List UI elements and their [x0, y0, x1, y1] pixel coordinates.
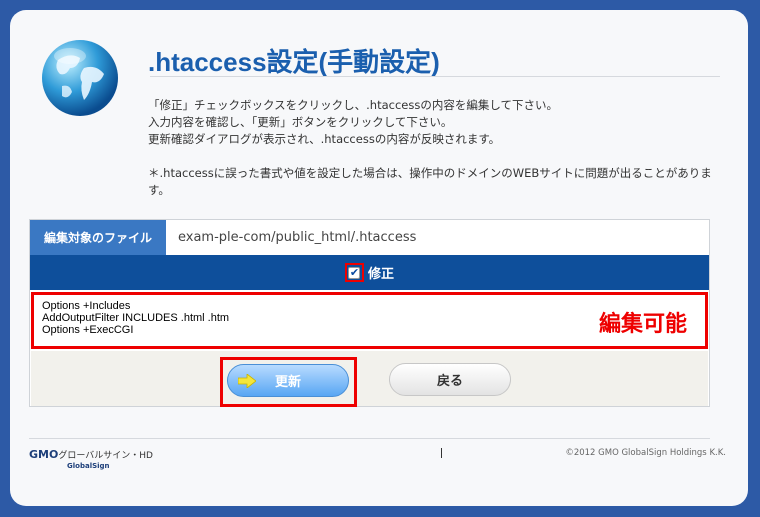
edit-checkbox[interactable]: ✔ [348, 266, 361, 279]
warning-text: ＊.htaccessに誤った書式や値を設定した場合は、操作中のドメインのWEBサ… [148, 166, 712, 197]
page-title: .htaccess設定(手動設定) [148, 47, 440, 77]
back-button-label: 戻る [436, 374, 463, 389]
globe-icon [42, 40, 118, 116]
button-area: 更新 戻る [31, 351, 708, 407]
file-path: exam-ple-com/public_html/.htaccess [178, 230, 417, 245]
instruction-line: 入力内容を確認し、「更新」ボタンをクリックして下さい。 [148, 115, 453, 129]
footer-brand: GMO [29, 448, 59, 461]
update-button-highlight: 更新 [220, 357, 357, 407]
update-button-label: 更新 [274, 375, 301, 390]
instruction-line: 更新確認ダイアログが表示され、.htaccessの内容が反映されます。 [148, 132, 501, 146]
copyright: ©2012 GMO GlobalSign Holdings K.K. [565, 448, 726, 458]
editable-annotation: 編集可能 [598, 312, 687, 337]
update-button[interactable]: 更新 [227, 364, 349, 397]
checkmark-icon: ✔ [349, 266, 360, 279]
edit-checkbox-label: 修正 [367, 267, 394, 282]
instructions: 「修正」チェックボックスをクリックし、.htaccessの内容を編集して下さい。… [148, 97, 723, 199]
back-button[interactable]: 戻る [389, 363, 511, 396]
instruction-line: 「修正」チェックボックスをクリックし、.htaccessの内容を編集して下さい。 [148, 98, 559, 112]
footer-divider [29, 438, 710, 439]
edit-panel: 編集対象のファイル exam-ple-com/public_html/.htac… [29, 219, 710, 407]
file-row: 編集対象のファイル exam-ple-com/public_html/.htac… [30, 220, 709, 255]
footer-brand-tag: GlobalSign [67, 462, 110, 470]
footer-brand-sub: グローバルサイン・HD [58, 451, 153, 461]
footer-logo: GMOグローバルサイン・HD GlobalSign [29, 448, 153, 470]
title-divider [150, 76, 720, 77]
edit-toggle-bar: ✔ 修正 [30, 255, 709, 290]
edit-checkbox-control[interactable]: ✔ 修正 [344, 263, 394, 282]
file-label: 編集対象のファイル [30, 220, 166, 255]
instruction-gap [148, 148, 723, 165]
arrow-right-icon [238, 374, 256, 388]
footer-separator [441, 448, 442, 458]
checkbox-highlight: ✔ [344, 263, 364, 282]
